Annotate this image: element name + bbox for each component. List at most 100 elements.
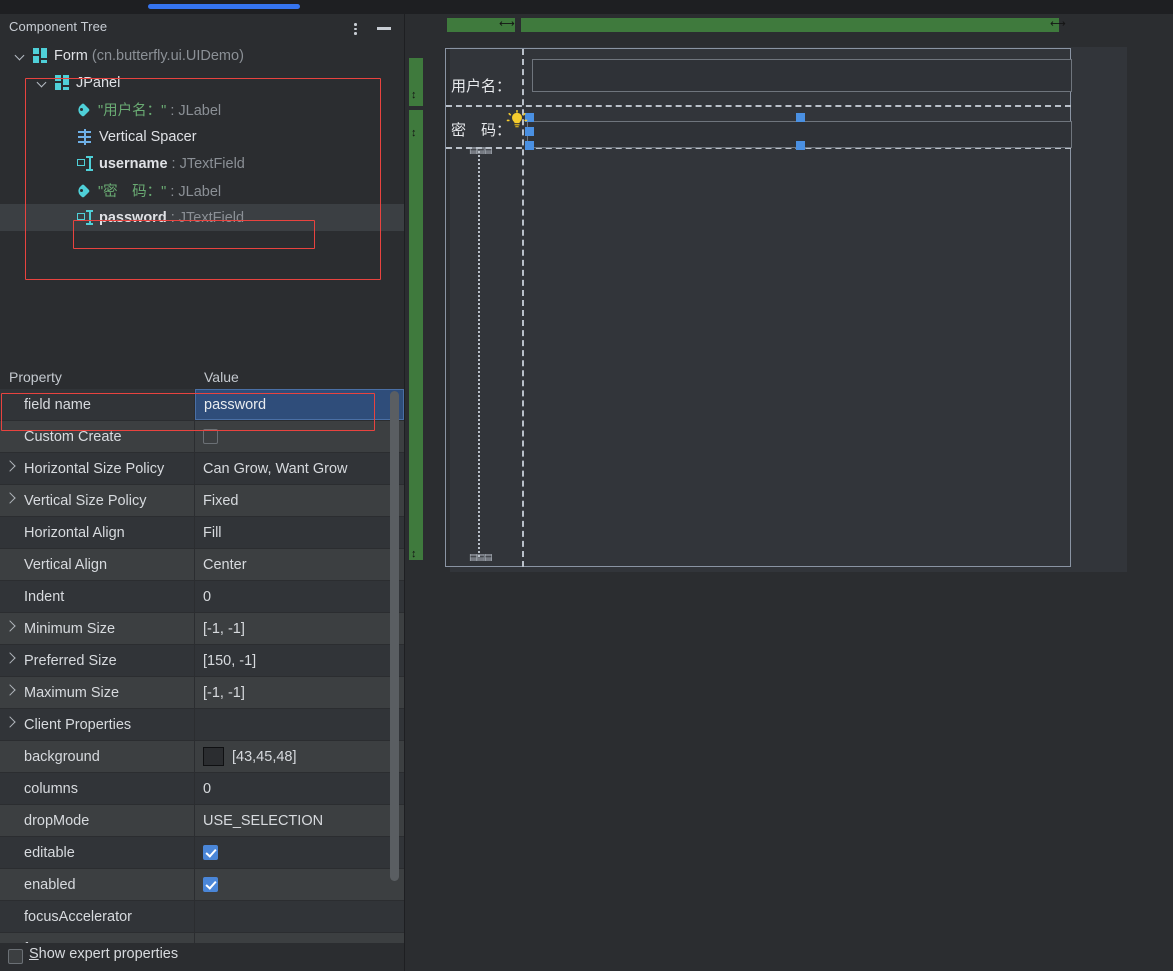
property-value-cell[interactable]: Center: [195, 549, 404, 580]
chevron-right-icon[interactable]: [4, 684, 16, 696]
tree-node-[interactable]: "用户名：" : JLabel: [0, 96, 404, 123]
properties-scrollbar-thumb[interactable]: [390, 391, 399, 881]
show-expert-properties-checkbox[interactable]: [8, 949, 23, 964]
properties-scrollbar[interactable]: [390, 391, 399, 957]
property-row[interactable]: enabled: [0, 869, 404, 901]
property-checkbox[interactable]: [203, 845, 218, 860]
property-checkbox[interactable]: [203, 877, 218, 892]
property-row[interactable]: background [43,45,48]: [0, 741, 404, 773]
property-value-cell[interactable]: password: [195, 389, 404, 420]
tree-node-verticalspacer[interactable]: Vertical Spacer: [0, 123, 404, 150]
property-name-cell[interactable]: Client Properties: [0, 709, 195, 740]
property-name-cell[interactable]: Maximum Size: [0, 677, 195, 708]
resize-vertical-icon-3[interactable]: ↕: [411, 549, 417, 560]
chevron-right-icon[interactable]: [4, 716, 16, 728]
vertical-gutter-segment-2[interactable]: [409, 110, 423, 560]
label-password[interactable]: 密 码：: [451, 119, 511, 140]
horizontal-gutter-segment-2[interactable]: [521, 18, 1059, 32]
active-tab-indicator[interactable]: [148, 4, 300, 9]
property-row[interactable]: Maximum Size [-1, -1]: [0, 677, 404, 709]
resize-horizontal-icon-1[interactable]: ⟷: [499, 19, 515, 30]
chevron-right-icon[interactable]: [4, 620, 16, 632]
tree-node-label: "密 码：" : JLabel: [98, 184, 222, 200]
property-name-cell[interactable]: dropMode: [0, 805, 195, 836]
chevron-right-icon[interactable]: [4, 460, 16, 472]
resize-vertical-icon-2[interactable]: ↕: [411, 128, 417, 139]
property-row[interactable]: Vertical Size Policy Fixed: [0, 485, 404, 517]
selection-handle-bottom-left[interactable]: [525, 141, 534, 150]
property-value-cell[interactable]: [-1, -1]: [195, 613, 404, 644]
property-name-cell[interactable]: columns: [0, 773, 195, 804]
property-value-cell[interactable]: [195, 901, 404, 932]
property-name-cell[interactable]: Indent: [0, 581, 195, 612]
resize-horizontal-icon-2[interactable]: ⟷: [1050, 19, 1066, 30]
property-row[interactable]: Client Properties: [0, 709, 404, 741]
tree-node-jpanel[interactable]: JPanel: [0, 69, 404, 96]
property-name-cell[interactable]: editable: [0, 837, 195, 868]
ide-gui-designer: Component Tree Form (cn.butterfly.ui.UID…: [0, 0, 1173, 971]
property-row[interactable]: Horizontal Size Policy Can Grow, Want Gro…: [0, 453, 404, 485]
chevron-right-icon[interactable]: [4, 492, 16, 504]
property-value-cell[interactable]: [43,45,48]: [195, 741, 404, 772]
color-swatch[interactable]: [203, 747, 224, 766]
property-value-cell[interactable]: [195, 421, 404, 452]
property-value-cell[interactable]: Fill: [195, 517, 404, 548]
property-name-cell[interactable]: background: [0, 741, 195, 772]
property-row[interactable]: Custom Create: [0, 421, 404, 453]
property-value-cell[interactable]: [195, 869, 404, 900]
property-row[interactable]: Vertical Align Center: [0, 549, 404, 581]
resize-vertical-icon-1[interactable]: ↕: [411, 90, 417, 101]
property-value-cell[interactable]: 0: [195, 773, 404, 804]
tree-node-label: Form (cn.butterfly.ui.UIDemo): [54, 47, 244, 64]
component-tree[interactable]: Form (cn.butterfly.ui.UIDemo) JPanel "用户名：…: [0, 42, 404, 367]
properties-table[interactable]: Property Value field name password Custom …: [0, 367, 404, 957]
property-name-cell[interactable]: focusAccelerator: [0, 901, 195, 932]
tree-node-username[interactable]: username : JTextField: [0, 150, 404, 177]
property-value-cell[interactable]: [-1, -1]: [195, 677, 404, 708]
label-username[interactable]: 用户名：: [451, 75, 511, 96]
tree-node-[interactable]: "密 码：" : JLabel: [0, 177, 404, 204]
property-name-cell[interactable]: enabled: [0, 869, 195, 900]
property-row[interactable]: columns 0: [0, 773, 404, 805]
property-name-cell[interactable]: Custom Create: [0, 421, 195, 452]
chevron-right-icon[interactable]: [4, 652, 16, 664]
property-name-cell[interactable]: Vertical Size Policy: [0, 485, 195, 516]
vertical-spacer-marker: [478, 151, 480, 557]
expand-chevron-icon[interactable]: [36, 76, 49, 89]
intention-bulb-icon[interactable]: [506, 110, 528, 132]
property-row[interactable]: Minimum Size [-1, -1]: [0, 613, 404, 645]
property-name-cell[interactable]: Horizontal Align: [0, 517, 195, 548]
property-row[interactable]: editable: [0, 837, 404, 869]
property-row[interactable]: dropMode USE_SELECTION: [0, 805, 404, 837]
property-value-cell[interactable]: Can Grow, Want Grow: [195, 453, 404, 484]
property-row[interactable]: Preferred Size [150, -1]: [0, 645, 404, 677]
show-expert-properties-label[interactable]: Show expert properties: [29, 946, 178, 962]
property-row[interactable]: Horizontal Align Fill: [0, 517, 404, 549]
property-value-cell[interactable]: [195, 709, 404, 740]
selection-handle-bottom-center[interactable]: [796, 141, 805, 150]
tree-node-password[interactable]: password : JTextField: [0, 204, 404, 231]
property-name-cell[interactable]: Vertical Align: [0, 549, 195, 580]
property-name-cell[interactable]: Horizontal Size Policy: [0, 453, 195, 484]
property-name-cell[interactable]: Preferred Size: [0, 645, 195, 676]
username-textfield[interactable]: [532, 59, 1072, 92]
property-value-cell[interactable]: [150, -1]: [195, 645, 404, 676]
property-checkbox[interactable]: [203, 429, 218, 444]
property-row[interactable]: Indent 0: [0, 581, 404, 613]
property-row[interactable]: focusAccelerator: [0, 901, 404, 933]
property-value-cell[interactable]: USE_SELECTION: [195, 805, 404, 836]
expand-chevron-icon[interactable]: [14, 49, 27, 62]
property-name-cell[interactable]: field name: [0, 389, 195, 420]
form-design-canvas[interactable]: ⟷ ⟷ ↕ ↕ ↕ ▤▤▤ ▤▤▤ 用户名： 密 码：: [405, 14, 1173, 971]
minimize-icon[interactable]: [376, 20, 392, 36]
tree-node-form[interactable]: Form (cn.butterfly.ui.UIDemo): [0, 42, 404, 69]
property-value-cell[interactable]: 0: [195, 581, 404, 612]
vertical-spacer-glyph-top: ▤▤▤: [469, 145, 492, 155]
property-name-cell[interactable]: Minimum Size: [0, 613, 195, 644]
property-row[interactable]: field name password: [0, 389, 404, 421]
more-options-icon[interactable]: [348, 20, 362, 36]
property-value-cell[interactable]: [195, 837, 404, 868]
property-value-cell[interactable]: Fixed: [195, 485, 404, 516]
selection-handle-top-center[interactable]: [796, 113, 805, 122]
property-name-label: Vertical Size Policy: [24, 492, 147, 509]
